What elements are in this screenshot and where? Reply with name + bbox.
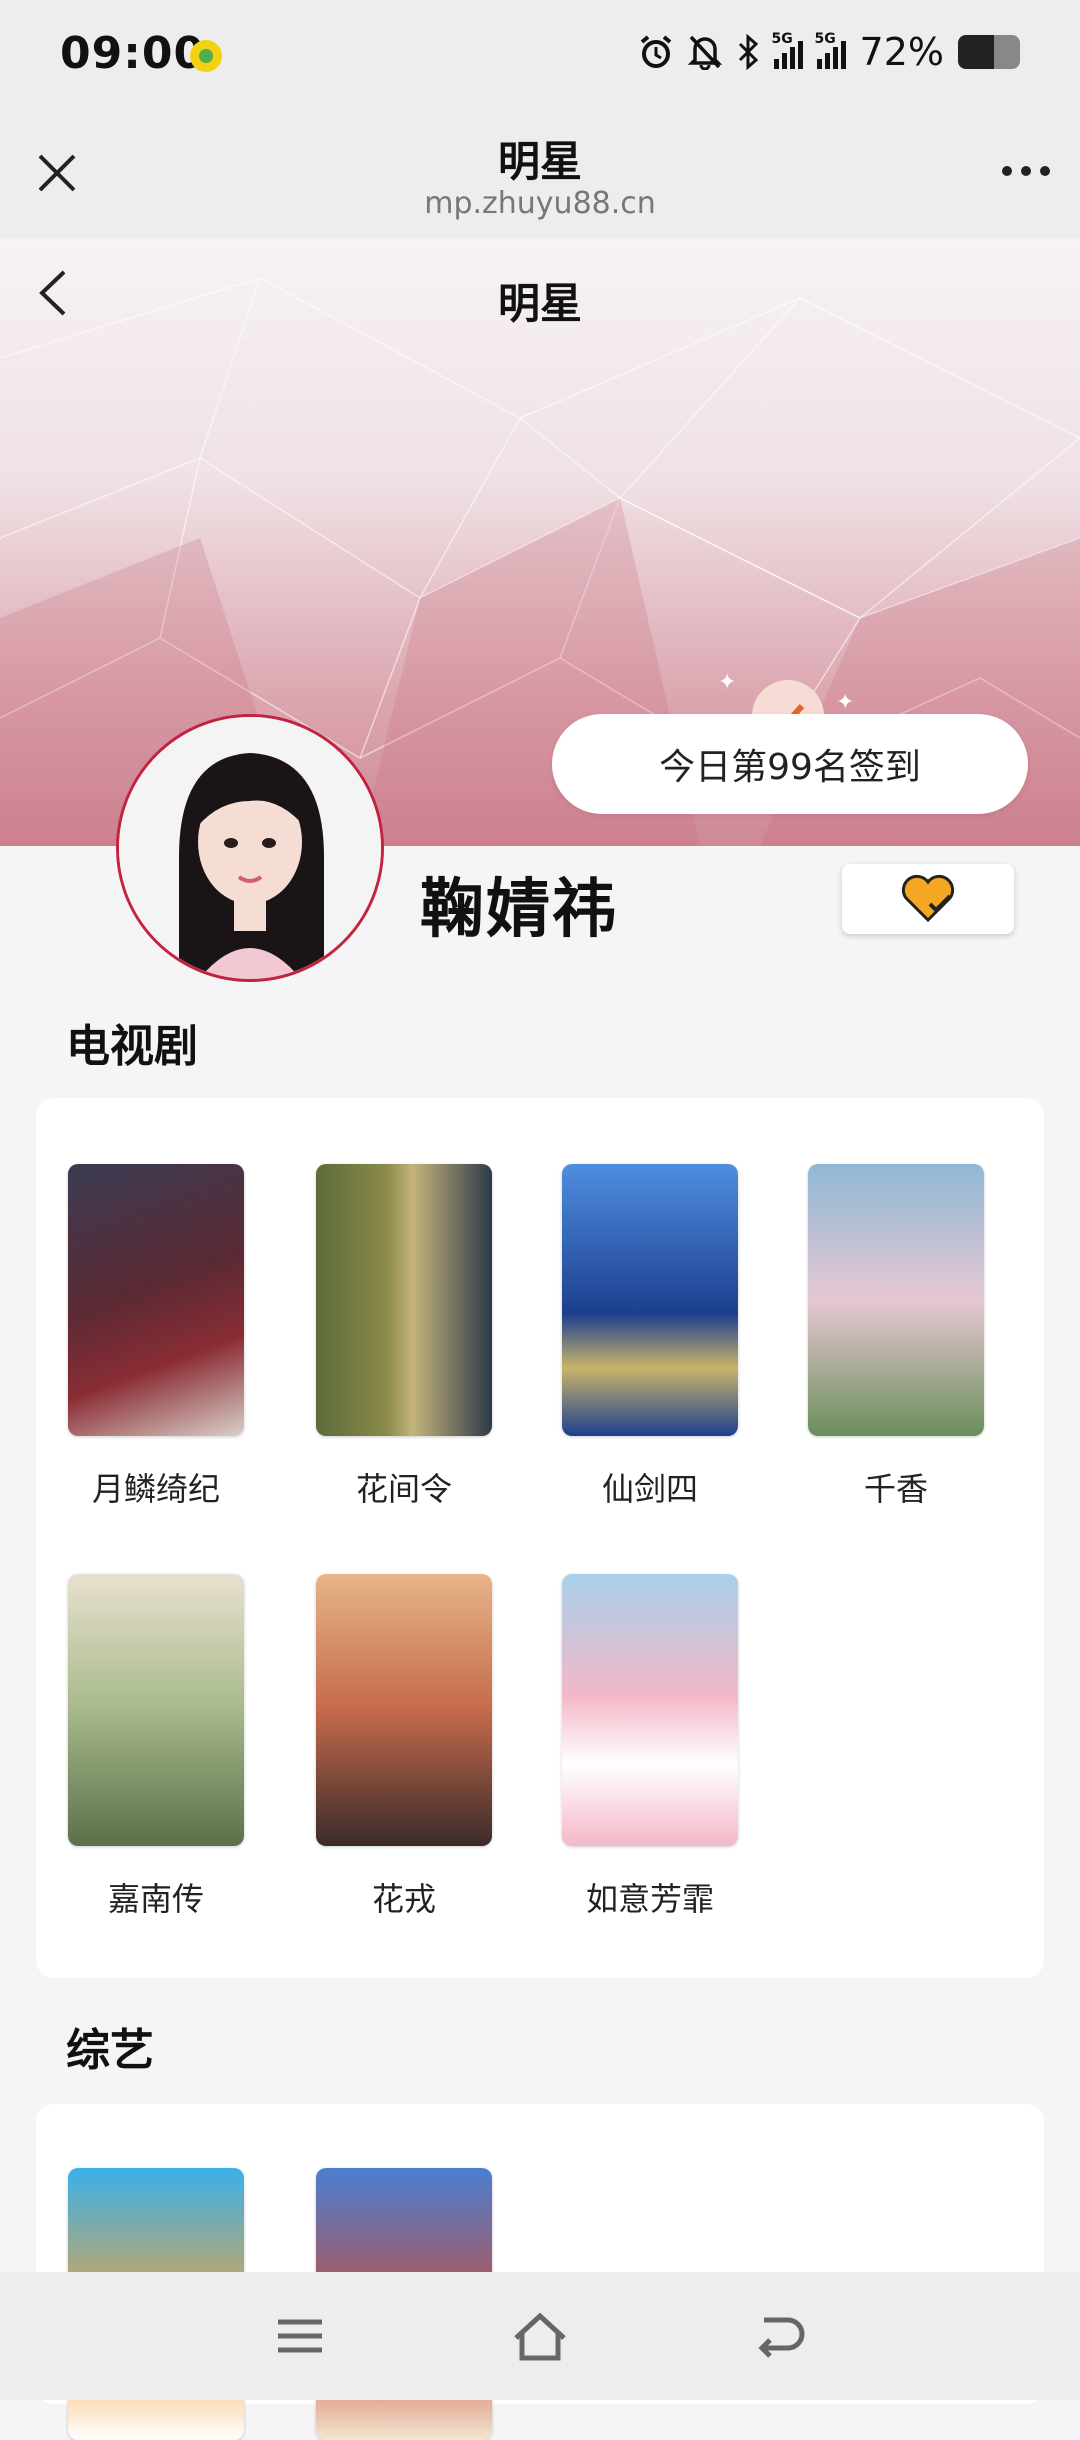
checkin-badge[interactable]: 今日第99名签到	[552, 714, 1028, 814]
home-icon[interactable]	[510, 2308, 570, 2364]
tv-item[interactable]: 仙剑四	[562, 1164, 738, 1510]
poster-image	[68, 1164, 244, 1436]
battery-icon	[958, 35, 1020, 69]
tv-item[interactable]: 嘉南传	[68, 1574, 244, 1920]
sparkle-icon: ✦	[718, 670, 737, 695]
poster-image	[316, 1574, 492, 1846]
avatar	[116, 714, 384, 982]
favorite-button[interactable]	[842, 864, 1014, 934]
tv-item[interactable]: 月鳞绮纪	[68, 1164, 244, 1510]
miniprogram-title-bar: 明星 mp.zhuyu88.cn	[0, 110, 1080, 238]
item-label: 嘉南传	[107, 1880, 204, 1918]
poster-image	[562, 1574, 738, 1846]
section-title-tv: 电视剧	[66, 1021, 198, 1072]
miniprogram-title: 明星	[497, 137, 582, 186]
star-name: 鞠婧祎	[420, 873, 618, 947]
status-bar: 09:00 5G 5G 72%	[0, 0, 1080, 110]
tv-item[interactable]: 千香	[808, 1164, 984, 1510]
item-label: 月鳞绮纪	[91, 1470, 220, 1508]
status-icons: 5G 5G 72%	[638, 30, 1020, 74]
alarm-icon	[640, 35, 671, 68]
signal-5g-icon: 5G	[815, 31, 846, 69]
battery-percent: 72%	[859, 30, 944, 74]
poster-image	[808, 1164, 984, 1436]
page-title: 明星	[497, 279, 582, 328]
heart-icon	[901, 874, 955, 923]
item-label: 千香	[863, 1470, 928, 1508]
app-notification-icon	[190, 40, 222, 72]
more-menu-icon[interactable]	[1002, 166, 1050, 176]
poster-image	[562, 1164, 738, 1436]
poster-image	[68, 1574, 244, 1846]
miniprogram-url: mp.zhuyu88.cn	[424, 186, 656, 221]
item-label: 花戎	[371, 1880, 436, 1918]
menu-icon[interactable]	[270, 2308, 330, 2364]
checkin-text: 今日第99名签到	[659, 747, 921, 788]
back-icon[interactable]	[750, 2308, 810, 2364]
tv-item[interactable]: 花戎	[316, 1574, 492, 1920]
poster-image	[316, 1164, 492, 1436]
tv-item[interactable]: 如意芳霏	[562, 1574, 738, 1920]
sparkle-icon: ✦	[836, 690, 855, 715]
system-nav-bar	[0, 2272, 1080, 2400]
item-label: 如意芳霏	[585, 1880, 714, 1918]
item-label: 花间令	[355, 1470, 452, 1508]
item-label: 仙剑四	[601, 1470, 698, 1508]
status-time: 09:00	[60, 28, 206, 79]
section-title-variety: 综艺	[66, 2025, 154, 2076]
bluetooth-icon	[738, 34, 758, 70]
tv-card: 月鳞绮纪 花间令 仙剑四 千香 嘉南传 花戎 如意芳霏	[36, 1098, 1044, 1978]
bell-off-icon	[687, 35, 722, 70]
tv-item[interactable]: 花间令	[316, 1164, 492, 1510]
signal-5g-icon: 5G	[772, 31, 803, 69]
